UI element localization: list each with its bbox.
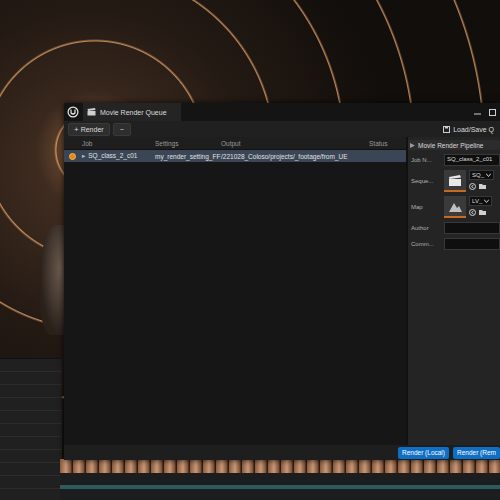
chevron-down-icon [486, 173, 491, 177]
column-header[interactable]: Status [369, 140, 406, 147]
property-label: Map [408, 204, 444, 210]
render-button[interactable]: +Render [68, 123, 110, 136]
text-field[interactable]: SQ_class_2_c01 [444, 154, 500, 166]
property-row: Job N...SQ_class_2_c01 [408, 154, 500, 166]
clapboard-icon [87, 108, 96, 116]
job-cell: ▸SQ_class_2_c01 [82, 152, 155, 160]
details-panel: Movie Render Pipeline Job N...SQ_class_2_… [406, 137, 500, 445]
timeline-bar [60, 485, 500, 489]
load-save-button[interactable]: Load/Save Q [443, 126, 496, 133]
asset-actions [469, 209, 492, 216]
folder-icon[interactable] [479, 209, 486, 215]
sequencer-track [0, 424, 62, 437]
sequencer-track [0, 437, 62, 450]
sequencer-track [0, 359, 62, 372]
chevron-down-icon [484, 199, 489, 203]
window-controls [474, 109, 500, 116]
sequencer-track [0, 385, 62, 398]
minimize-icon[interactable] [474, 109, 481, 116]
settings-cell[interactable]: my_render_setting_FF [155, 153, 221, 160]
asset-controls: LV_ [469, 196, 492, 216]
asset-value: SQ_ [472, 172, 484, 178]
job-name: SQ_class_2_c01 [88, 152, 137, 159]
table-header: JobSettingsOutputStatus [64, 137, 406, 150]
browse-arrow-icon[interactable] [469, 183, 476, 190]
details-header[interactable]: Movie Render Pipeline [408, 140, 500, 150]
asset-value: LV_ [472, 198, 482, 204]
job-table: JobSettingsOutputStatus▸SQ_class_2_c01my… [64, 137, 406, 445]
enabled-checkbox[interactable] [69, 153, 76, 160]
title-bar: Movie Render Queue [64, 103, 500, 121]
sequencer-track [0, 398, 62, 411]
render-label: Render [81, 126, 104, 133]
maximize-icon[interactable] [489, 109, 496, 116]
folder-icon[interactable] [479, 183, 486, 189]
browse-arrow-icon[interactable] [469, 209, 476, 216]
sequencer-panel [0, 358, 62, 500]
text-field[interactable] [444, 238, 500, 250]
asset-dropdown[interactable]: LV_ [469, 196, 492, 206]
sequencer-track [0, 476, 62, 489]
property-row: Map LV_ [408, 196, 500, 218]
window-title: Movie Render Queue [100, 109, 167, 116]
remove-button[interactable]: − [113, 123, 131, 136]
collapse-arrow-icon[interactable] [410, 143, 415, 148]
save-icon [443, 126, 450, 133]
asset-field: SQ_ [444, 170, 500, 192]
thumbnail-strip [60, 459, 500, 473]
asset-thumbnail [444, 170, 466, 192]
column-header[interactable]: Settings [155, 140, 221, 147]
sequence-icon [448, 174, 463, 187]
load-save-label: Load/Save Q [453, 126, 494, 133]
render-remote-button[interactable]: Render (Rem [453, 447, 500, 459]
output-cell[interactable]: /221028_Coloso/projects/_footage/from_UE [221, 153, 369, 160]
unreal-logo-icon [67, 106, 79, 118]
property-label: Seque... [408, 178, 444, 184]
sequencer-track [0, 463, 62, 476]
column-header[interactable]: Job [82, 140, 155, 147]
movie-render-queue-window: Movie Render Queue +Render − Load/Save Q Job… [64, 103, 500, 460]
asset-thumbnail [444, 196, 466, 218]
job-row[interactable]: ▸SQ_class_2_c01my_render_setting_FF/2210… [64, 150, 406, 162]
details-title: Movie Render Pipeline [418, 142, 483, 149]
sequencer-track [0, 489, 62, 500]
expand-arrow[interactable]: ▸ [82, 152, 85, 159]
property-row: Author [408, 222, 500, 234]
render-local-button[interactable]: Render (Local) [398, 447, 449, 459]
sequencer-track [0, 411, 62, 424]
window-tab[interactable]: Movie Render Queue [83, 103, 181, 121]
sequencer-track [0, 450, 62, 463]
asset-actions [469, 183, 494, 190]
asset-controls: SQ_ [469, 170, 494, 190]
footer: Render (Local) Render (Rem [64, 445, 500, 460]
text-field[interactable] [444, 222, 500, 234]
plus-label: + [74, 125, 79, 134]
sequencer-track [0, 372, 62, 385]
property-row: Comm... [408, 238, 500, 250]
property-label: Comm... [408, 241, 444, 247]
asset-field: LV_ [444, 196, 500, 218]
window-body: JobSettingsOutputStatus▸SQ_class_2_c01my… [64, 137, 500, 445]
map-icon [448, 200, 463, 213]
property-label: Job N... [408, 157, 444, 163]
property-label: Author [408, 225, 444, 231]
toolbar: +Render − Load/Save Q [64, 121, 500, 137]
asset-dropdown[interactable]: SQ_ [469, 170, 494, 180]
property-row: Seque... SQ_ [408, 170, 500, 192]
remove-label: − [120, 126, 124, 133]
column-header[interactable]: Output [221, 140, 369, 147]
